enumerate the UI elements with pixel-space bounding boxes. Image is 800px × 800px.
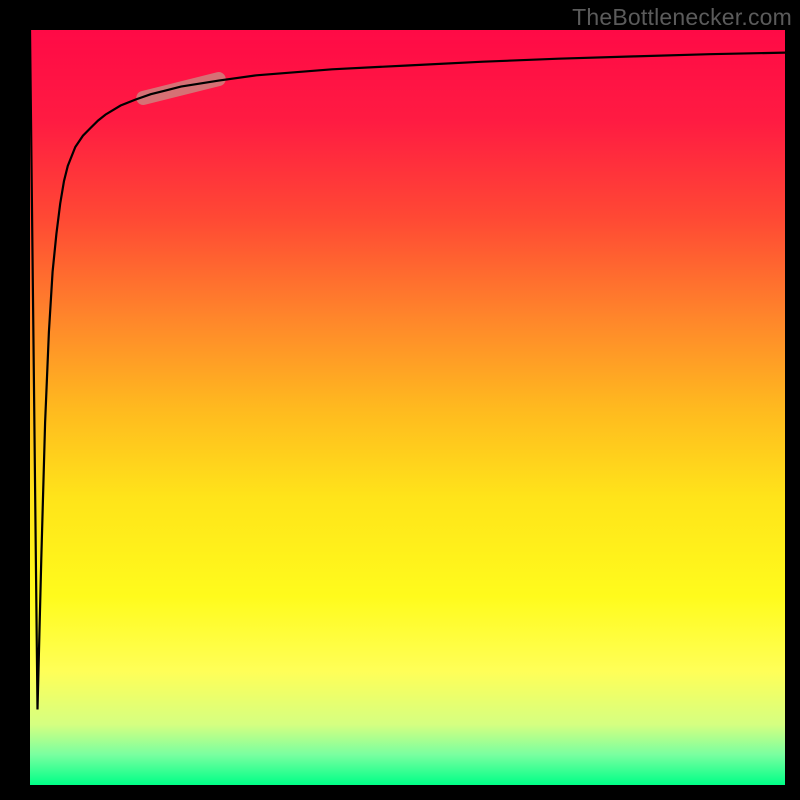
curve-overlay — [30, 30, 785, 785]
watermark-text: TheBottlenecker.com — [572, 4, 792, 31]
y-axis-frame — [0, 0, 30, 800]
x-axis-frame — [0, 785, 800, 800]
bottleneck-curve — [30, 30, 785, 710]
